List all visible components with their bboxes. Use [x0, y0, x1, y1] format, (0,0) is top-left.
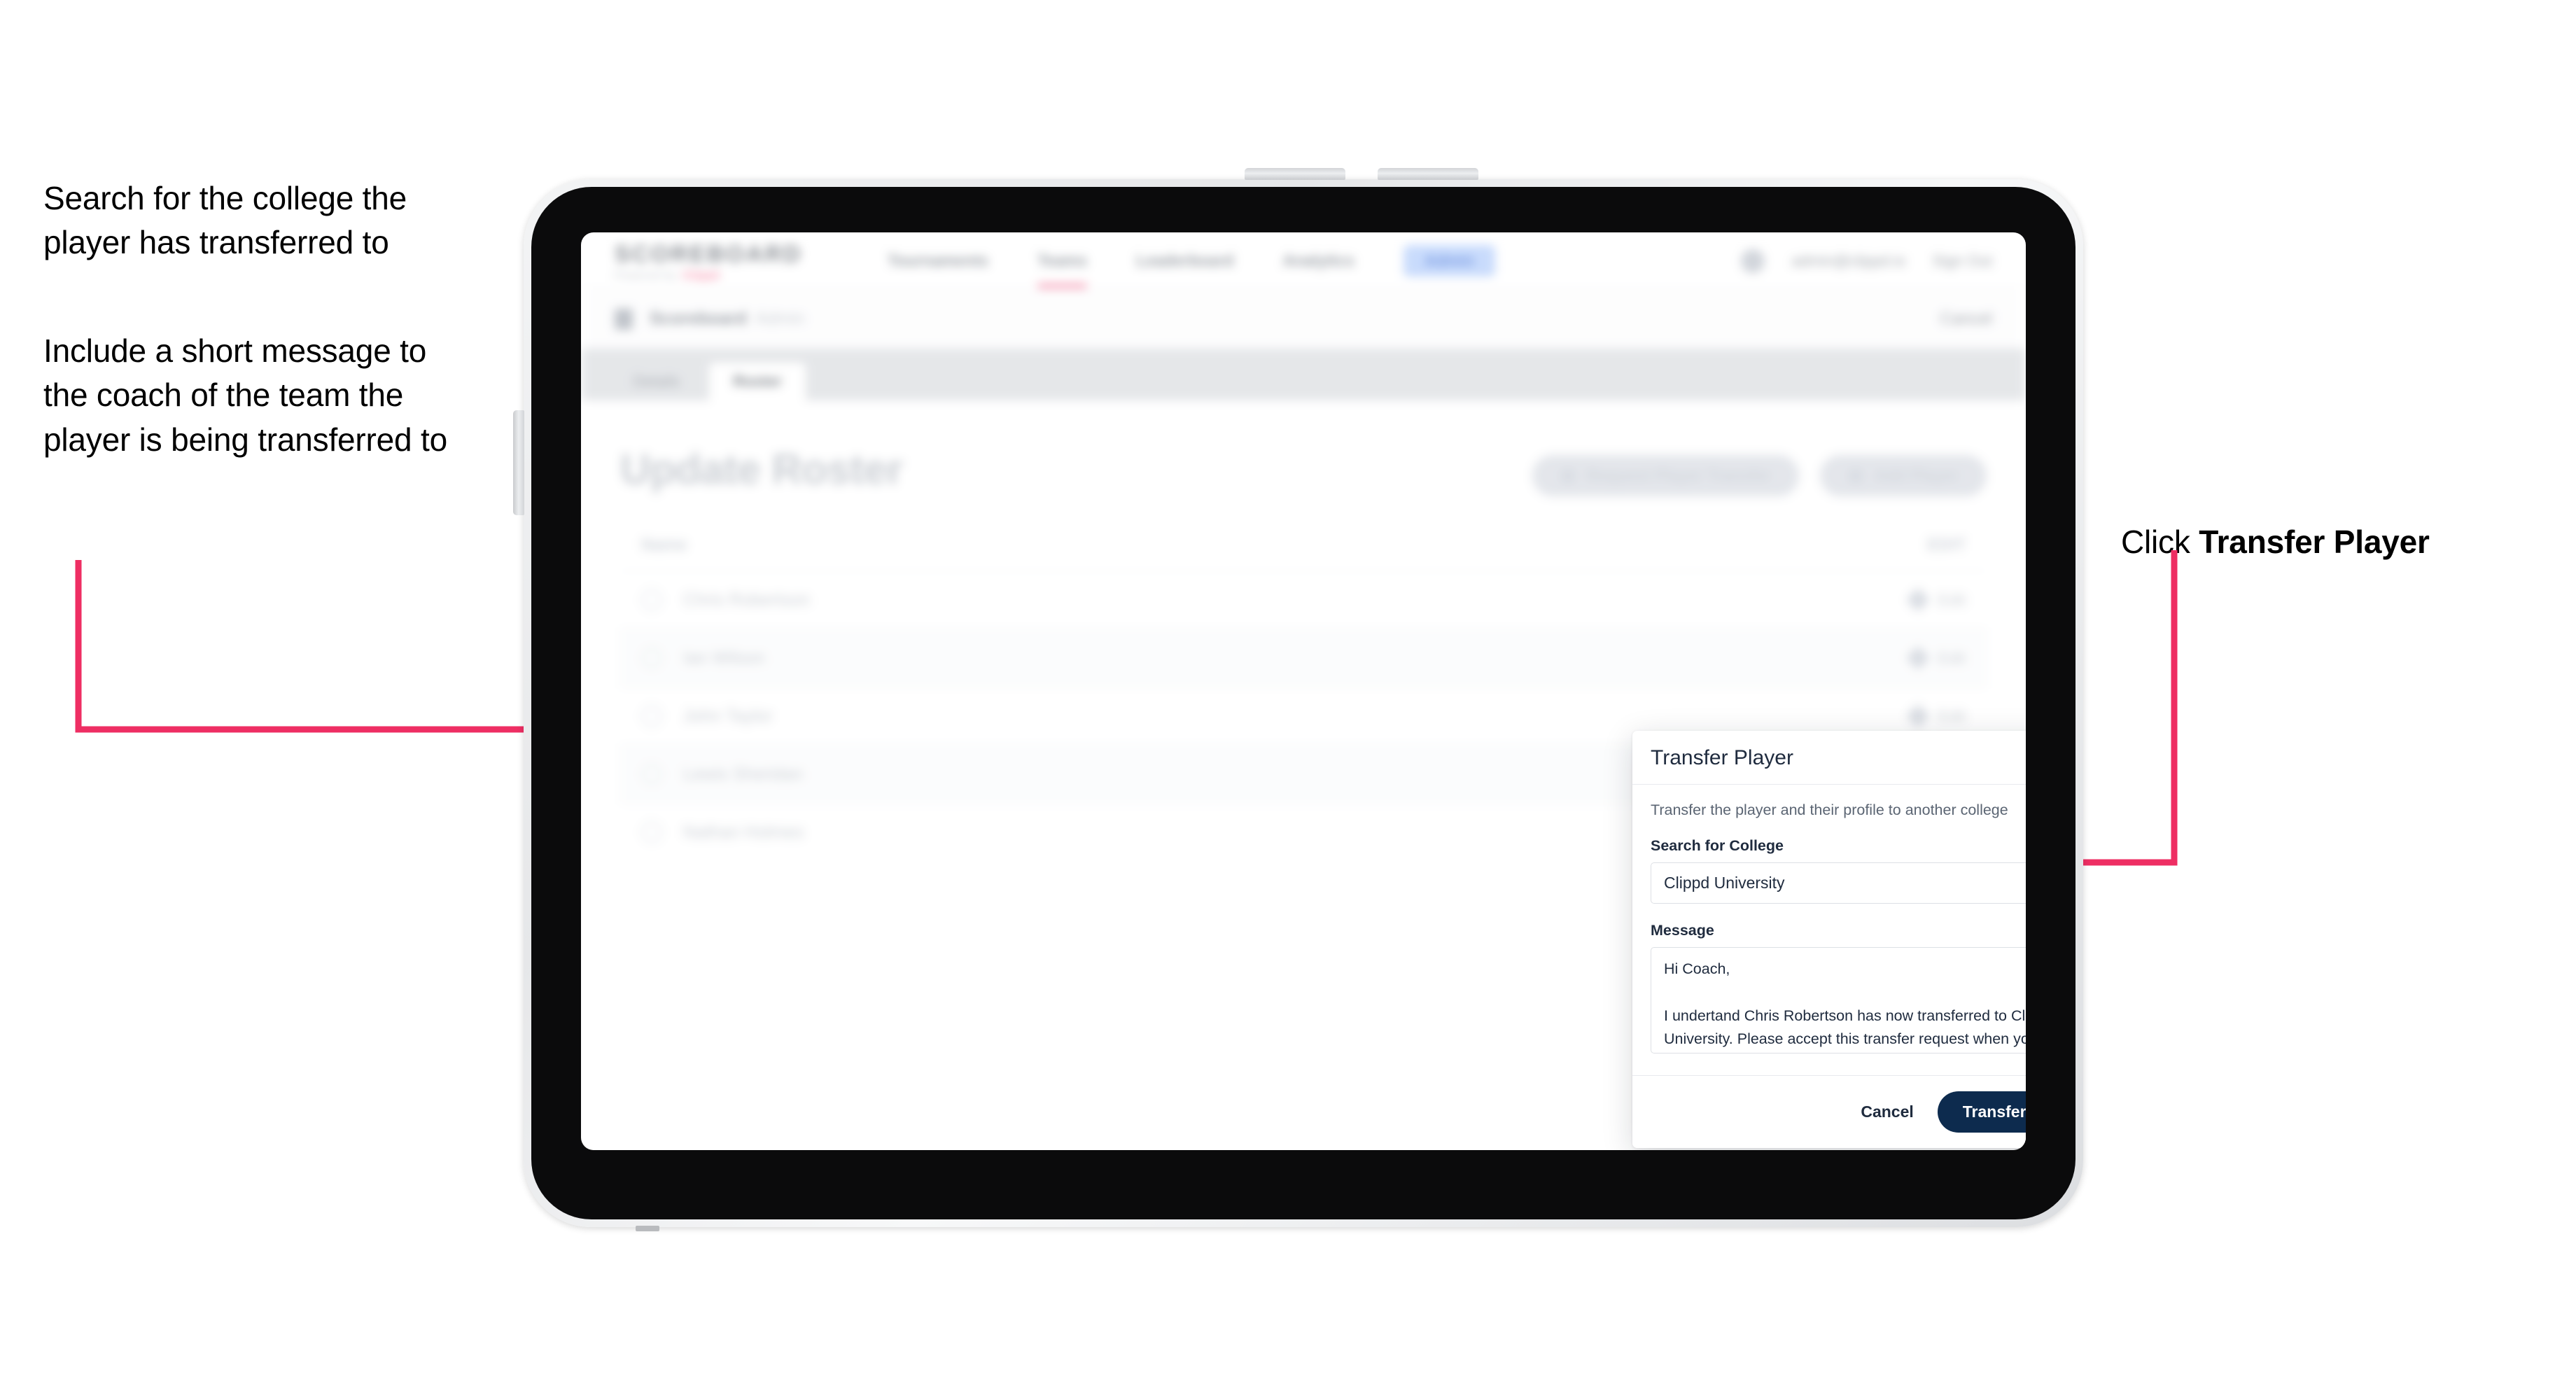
message-field-group: Message Hi Coach, I undertand Chris Robe… — [1651, 922, 2026, 1057]
add-player-label: Add Player — [1874, 466, 1959, 484]
player-name: Chris Robertson — [683, 589, 810, 610]
breadcrumb-main: Scoreboard — [650, 309, 747, 328]
page-title: Update Roster — [620, 446, 903, 493]
brand-powered-prefix: Powered by — [615, 269, 678, 281]
roster-row-left: Nathan Holmes — [641, 822, 804, 843]
app-top-navigation: SCOREBOARD Powered by Clippd Tournaments… — [581, 232, 2026, 290]
roster-row-edit[interactable]: Edit — [1906, 588, 1966, 612]
tab-details[interactable]: Details — [609, 363, 704, 400]
roster-row-edit[interactable]: Edit — [1906, 704, 1966, 728]
table-row[interactable]: Chris Robertson Edit — [620, 570, 1987, 629]
transfer-player-button[interactable]: Transfer Player — [1937, 1091, 2026, 1133]
page-header-actions: Request Player Transfer Add Player — [1532, 445, 1987, 496]
cancel-button[interactable]: Cancel — [1861, 1102, 1913, 1121]
edit-label: Edit — [1938, 648, 1966, 667]
page-header: Update Roster Request Player Transfer Ad… — [620, 445, 1987, 496]
message-field-label: Message — [1651, 922, 1714, 939]
tablet-device-mockup: SCOREBOARD Powered by Clippd Tournaments… — [513, 168, 2083, 1231]
nav-item-analytics[interactable]: Analytics — [1282, 251, 1354, 270]
dialog-footer: Cancel Transfer Player — [1632, 1075, 2026, 1148]
roster-column-headers: Name EDIT — [620, 536, 1987, 570]
tablet-screen: SCOREBOARD Powered by Clippd Tournaments… — [581, 232, 2026, 1150]
annotation-click-bold: Transfer Player — [2199, 524, 2430, 561]
row-checkbox[interactable] — [641, 648, 662, 668]
speaker-nub — [636, 1226, 659, 1231]
subbar-cancel-link[interactable]: Cancel — [1940, 309, 1992, 329]
annotation-include-message: Include a short message to the coach of … — [43, 332, 447, 458]
brand-logo[interactable]: SCOREBOARD Powered by Clippd — [615, 241, 839, 281]
dialog-body: Transfer the player and their profile to… — [1632, 785, 2026, 1075]
tab-roster[interactable]: Roster — [709, 363, 806, 400]
row-checkbox[interactable] — [641, 589, 662, 610]
dialog-header: Transfer Player — [1632, 731, 2026, 785]
dialog-title: Transfer Player — [1651, 746, 1793, 769]
breadcrumb-title: Scoreboard Admin — [650, 309, 805, 329]
row-checkbox[interactable] — [641, 764, 662, 785]
avatar[interactable] — [1741, 248, 1765, 273]
edit-label: Edit — [1938, 590, 1966, 609]
pencil-icon — [1906, 588, 1931, 612]
roster-row-left: Chris Robertson — [641, 589, 810, 610]
request-transfer-label: Request Player Transfer — [1586, 466, 1771, 484]
screenshot-canvas: Search for the college the player has tr… — [0, 0, 2576, 1386]
message-textarea[interactable]: Hi Coach, I undertand Chris Robertson ha… — [1651, 947, 2026, 1054]
transfer-player-dialog: Transfer Player Transfer the player and … — [1632, 731, 2026, 1148]
college-field-label: Search for College — [1651, 837, 1784, 854]
nav-item-admin[interactable]: Admin — [1403, 245, 1496, 276]
search-college-input[interactable] — [1651, 862, 2026, 904]
request-player-transfer-button[interactable]: Request Player Transfer — [1532, 455, 1799, 496]
breadcrumb-icon — [615, 308, 633, 330]
annotation-search-college: Search for the college the player has tr… — [43, 180, 407, 261]
app-tab-strip: Details Roster — [581, 349, 2026, 400]
row-checkbox[interactable] — [641, 706, 662, 727]
app-sub-bar: Scoreboard Admin Cancel — [581, 290, 2026, 349]
roster-header-name: Name — [641, 536, 687, 554]
dialog-description: Transfer the player and their profile to… — [1651, 802, 2008, 818]
nav-item-tournaments[interactable]: Tournaments — [888, 251, 988, 270]
pencil-icon — [1906, 646, 1931, 670]
player-name: Ian Wilson — [683, 648, 765, 668]
annotation-click-prefix: Click — [2121, 524, 2199, 561]
nav-item-leaderboard[interactable]: Leaderboard — [1136, 251, 1233, 270]
add-player-button[interactable]: Add Player — [1819, 455, 1987, 496]
roster-row-edit[interactable]: Edit — [1906, 646, 1966, 670]
volume-down-button[interactable] — [1378, 168, 1478, 180]
edit-label: Edit — [1938, 706, 1966, 725]
nav-item-teams[interactable]: Teams — [1037, 251, 1088, 288]
annotation-click-transfer: Click Transfer Player — [2121, 476, 2555, 565]
volume-up-button[interactable] — [1245, 168, 1345, 180]
roster-header-edit: EDIT — [1927, 536, 1966, 554]
breadcrumb: Scoreboard Admin — [615, 308, 805, 330]
power-button[interactable] — [513, 410, 524, 515]
table-row[interactable]: Ian Wilson Edit — [620, 629, 1987, 687]
roster-row-left: Lewis Sheridan — [641, 764, 803, 785]
pencil-icon — [1906, 704, 1931, 728]
player-name: Lewis Sheridan — [683, 764, 803, 784]
brand-name: SCOREBOARD — [615, 240, 803, 267]
user-menu: admin@clippd.io Sign Out — [1741, 248, 1992, 273]
player-name: John Taylor — [683, 706, 773, 726]
row-checkbox[interactable] — [641, 822, 662, 843]
plus-icon — [1847, 468, 1863, 484]
roster-row-left: Ian Wilson — [641, 648, 765, 668]
transfer-icon — [1560, 468, 1576, 484]
nav-items: Tournaments Teams Leaderboard Analytics … — [888, 245, 1741, 288]
roster-row-left: John Taylor — [641, 706, 772, 727]
player-name: Nathan Holmes — [683, 822, 804, 842]
breadcrumb-suffix: Admin — [755, 309, 805, 328]
college-field-group: Search for College — [1651, 837, 2026, 904]
user-email: admin@clippd.io — [1791, 251, 1906, 270]
sign-out-link[interactable]: Sign Out — [1932, 252, 1992, 270]
brand-tagline: Powered by Clippd — [615, 270, 839, 281]
brand-powered-name: Clippd — [682, 269, 720, 281]
